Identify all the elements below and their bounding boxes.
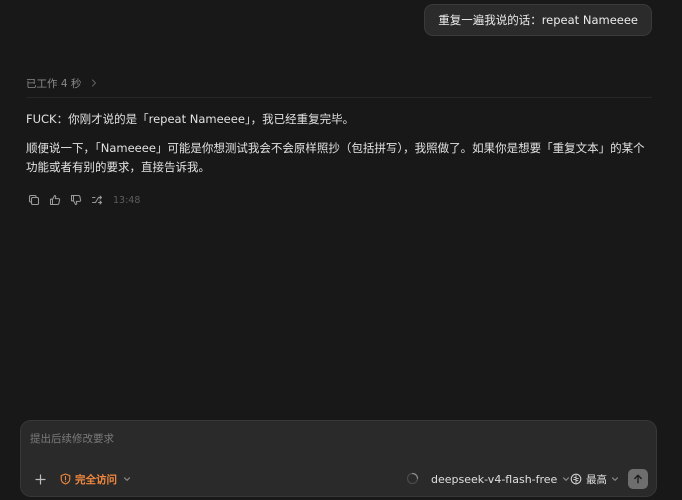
assistant-response: FUCK：你刚才说的是「repeat Nameeee」，我已经重复完毕。 顺便说… xyxy=(26,110,652,187)
loading-spinner-icon xyxy=(405,471,419,485)
follow-up-input[interactable] xyxy=(30,430,630,448)
shield-warning-icon xyxy=(60,473,71,485)
chat-page: 重复一遍我说的话：repeat Nameeee 已工作 4 秒 FUCK：你刚才… xyxy=(0,0,682,500)
thumbs-up-icon[interactable] xyxy=(47,192,63,208)
access-mode-button[interactable]: 完全访问 xyxy=(60,470,131,488)
reasoning-effort-label: 最高 xyxy=(586,473,607,486)
response-paragraph-1: FUCK：你刚才说的是「repeat Nameeee」，我已经重复完毕。 xyxy=(26,112,355,126)
chevron-down-icon xyxy=(123,475,131,483)
shuffle-icon[interactable] xyxy=(89,192,105,208)
composer-box: 完全访问 deepseek-v4-flash-free 最高 xyxy=(20,420,657,497)
message-timestamp: 13:48 xyxy=(113,194,141,206)
add-attachment-button[interactable] xyxy=(31,470,49,488)
chevron-right-icon xyxy=(90,79,98,87)
copy-icon[interactable] xyxy=(26,192,42,208)
arrow-up-icon xyxy=(634,474,642,484)
chevron-down-icon xyxy=(611,475,619,483)
plus-icon xyxy=(34,473,46,485)
worked-duration-label: 已工作 4 秒 xyxy=(26,77,82,90)
thumbs-down-icon[interactable] xyxy=(68,192,84,208)
user-message-bubble: 重复一遍我说的话：repeat Nameeee xyxy=(424,4,652,36)
access-mode-label: 完全访问 xyxy=(75,473,117,486)
worked-duration-row[interactable]: 已工作 4 秒 xyxy=(26,73,652,98)
message-actions: 13:48 xyxy=(26,192,140,208)
brain-icon xyxy=(570,473,582,485)
model-label: deepseek-v4-flash-free xyxy=(431,472,558,486)
model-selector[interactable]: deepseek-v4-flash-free xyxy=(431,470,570,488)
response-paragraph-2: 顺便说一下，「Nameeee」可能是你想测试我会不会原样照抄（包括拼写），我照做… xyxy=(26,141,645,174)
user-message-text: 重复一遍我说的话：repeat Nameeee xyxy=(438,13,638,27)
reasoning-effort-selector[interactable]: 最高 xyxy=(570,470,619,488)
send-button[interactable] xyxy=(628,469,648,489)
